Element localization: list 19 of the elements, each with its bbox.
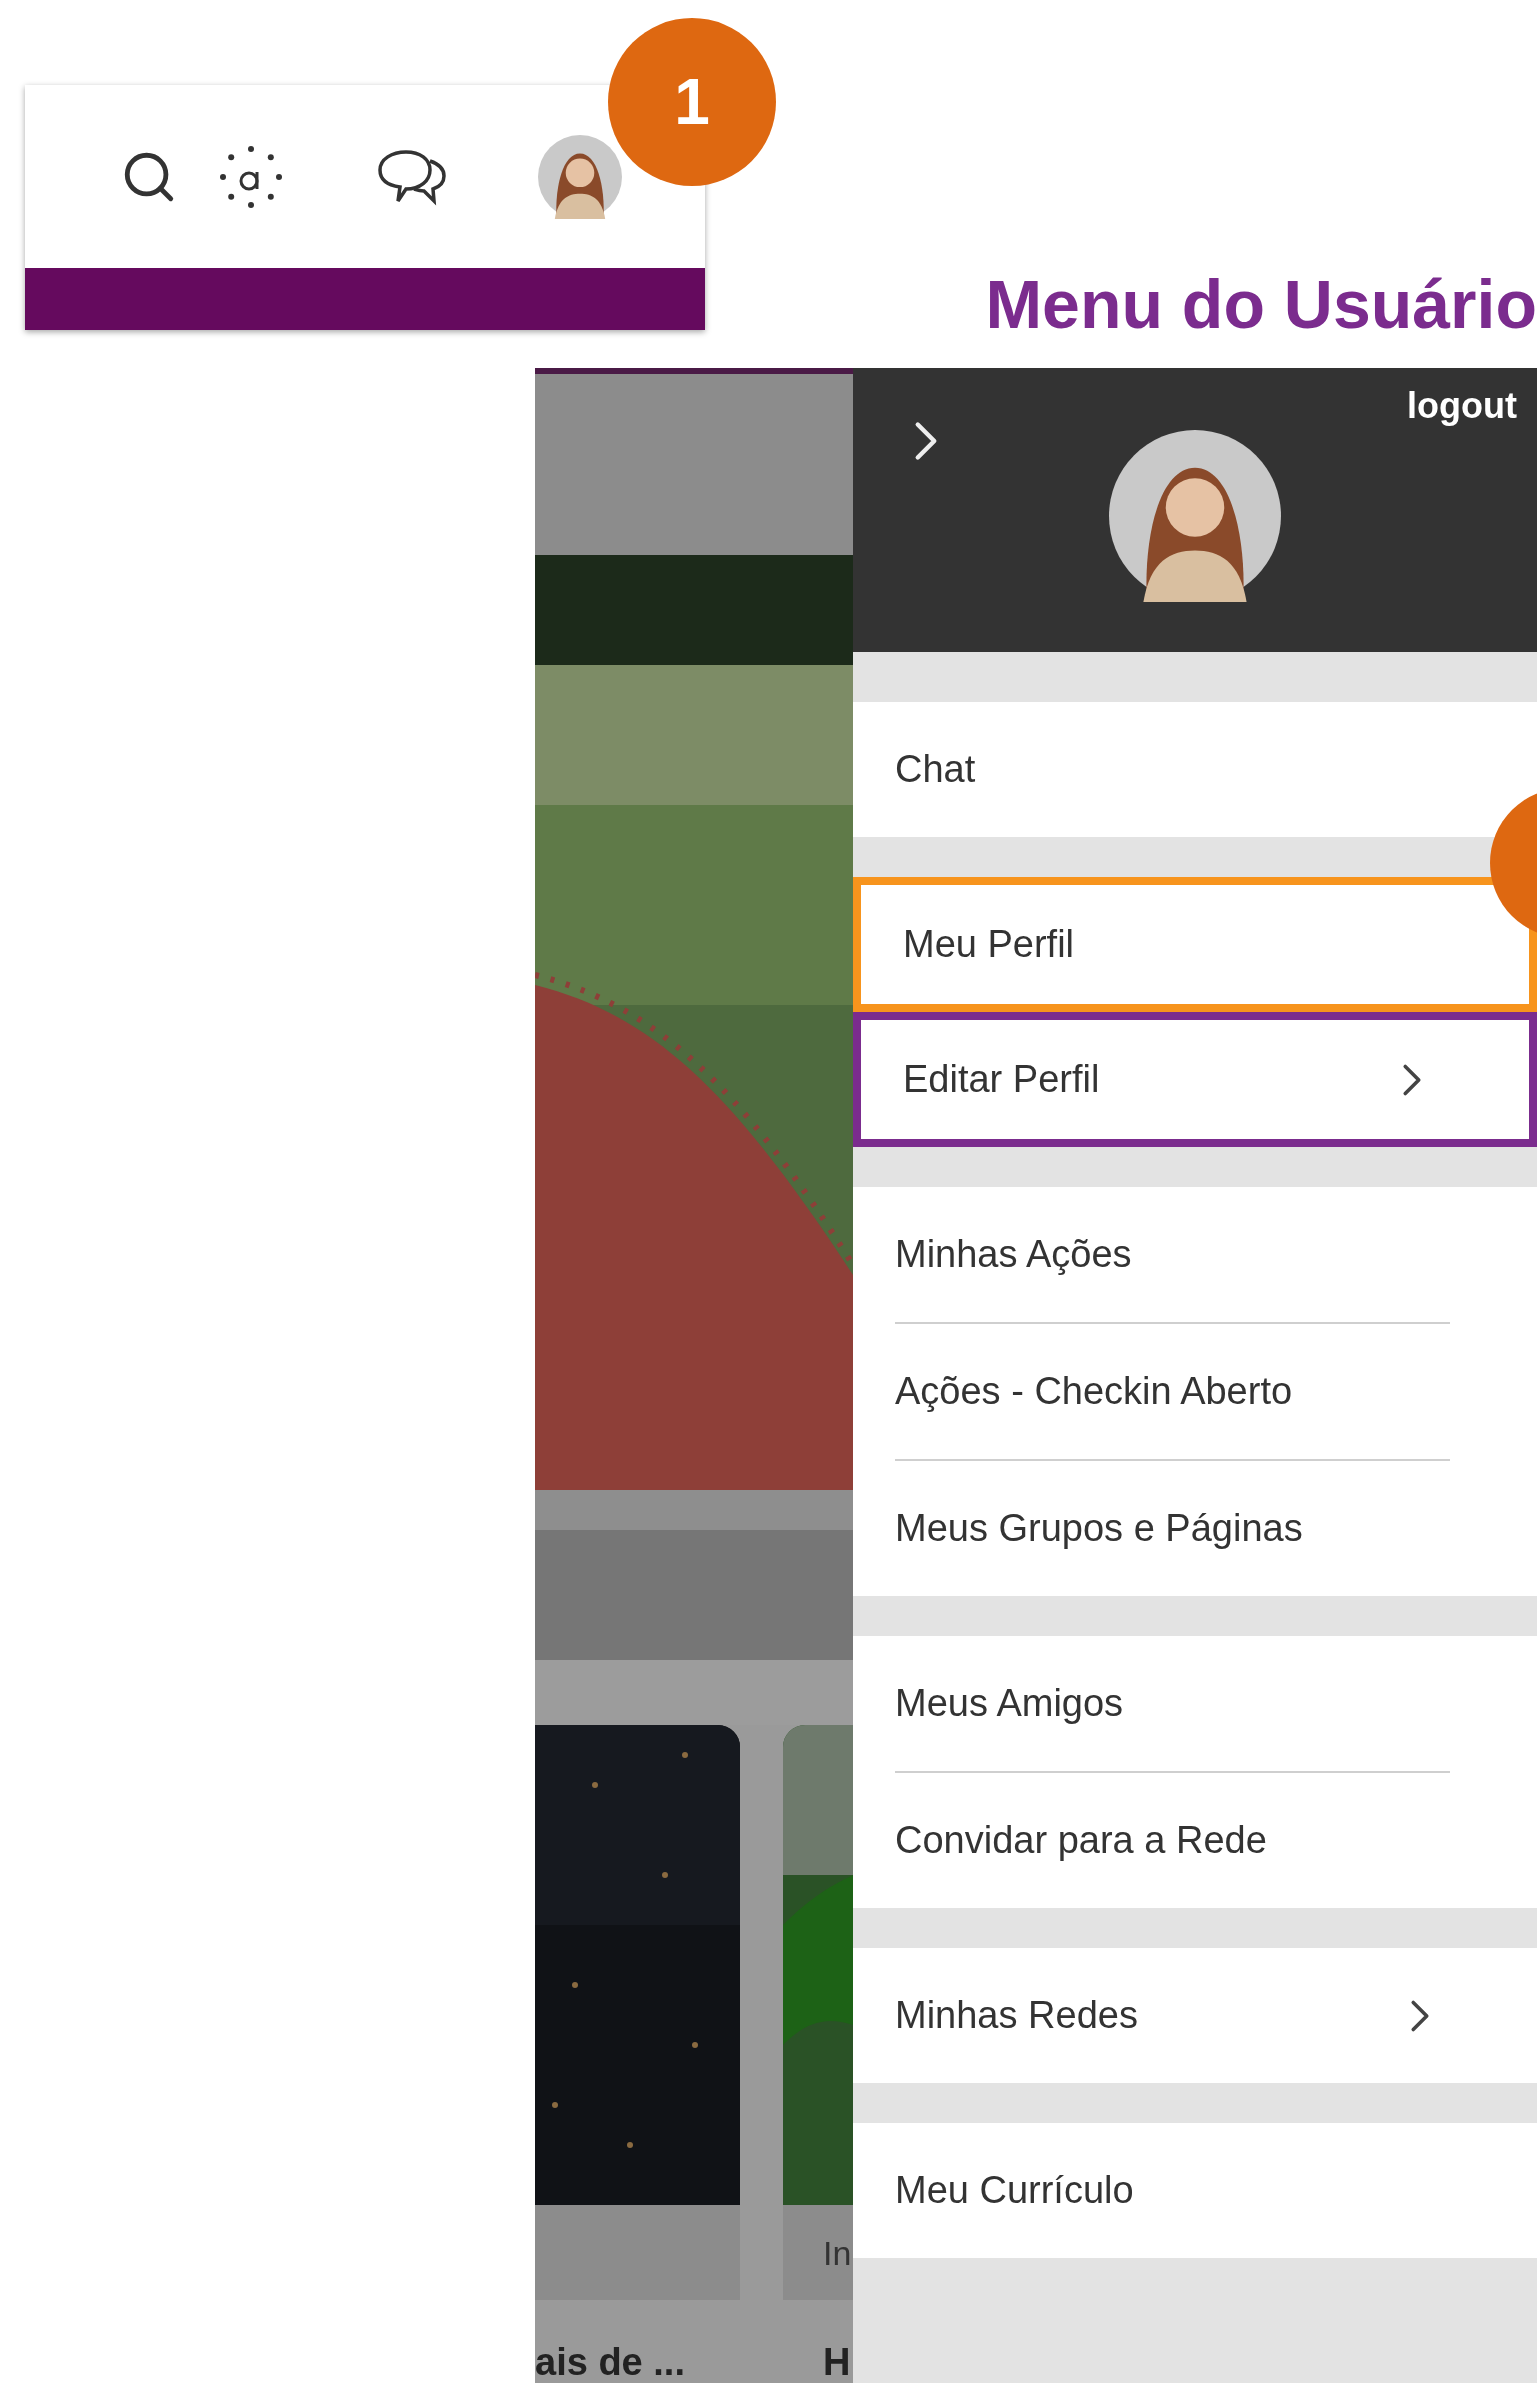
- card-title: H: [823, 2343, 851, 2381]
- menu-item[interactable]: Meu Perfil: [853, 877, 1537, 1012]
- card-label: In: [823, 2235, 852, 2270]
- avatar-icon[interactable]: [1109, 430, 1281, 602]
- menu-item[interactable]: Ações - Checkin Aberto: [853, 1324, 1537, 1459]
- menu-item[interactable]: Convidar para a Rede: [853, 1773, 1537, 1908]
- menu-item[interactable]: Chat: [853, 702, 1537, 837]
- menu-item[interactable]: Meus Grupos e Páginas: [853, 1461, 1537, 1596]
- menu-item[interactable]: Minhas Ações: [853, 1187, 1537, 1322]
- menu-item[interactable]: Minhas Redes: [853, 1948, 1537, 2083]
- letter-burst-icon[interactable]: [218, 143, 284, 210]
- step-badge: 1: [608, 18, 776, 186]
- menu-item[interactable]: Meu Currículo: [853, 2123, 1537, 2258]
- avatar-icon[interactable]: [538, 134, 622, 219]
- section-heading: Menu do Usuário: [985, 270, 1537, 338]
- menu-item[interactable]: Editar Perfil: [853, 1012, 1537, 1147]
- logout-link[interactable]: logout: [1407, 388, 1517, 424]
- card-title: ais de ...: [535, 2343, 685, 2381]
- menu-item[interactable]: Meus Amigos: [853, 1636, 1537, 1771]
